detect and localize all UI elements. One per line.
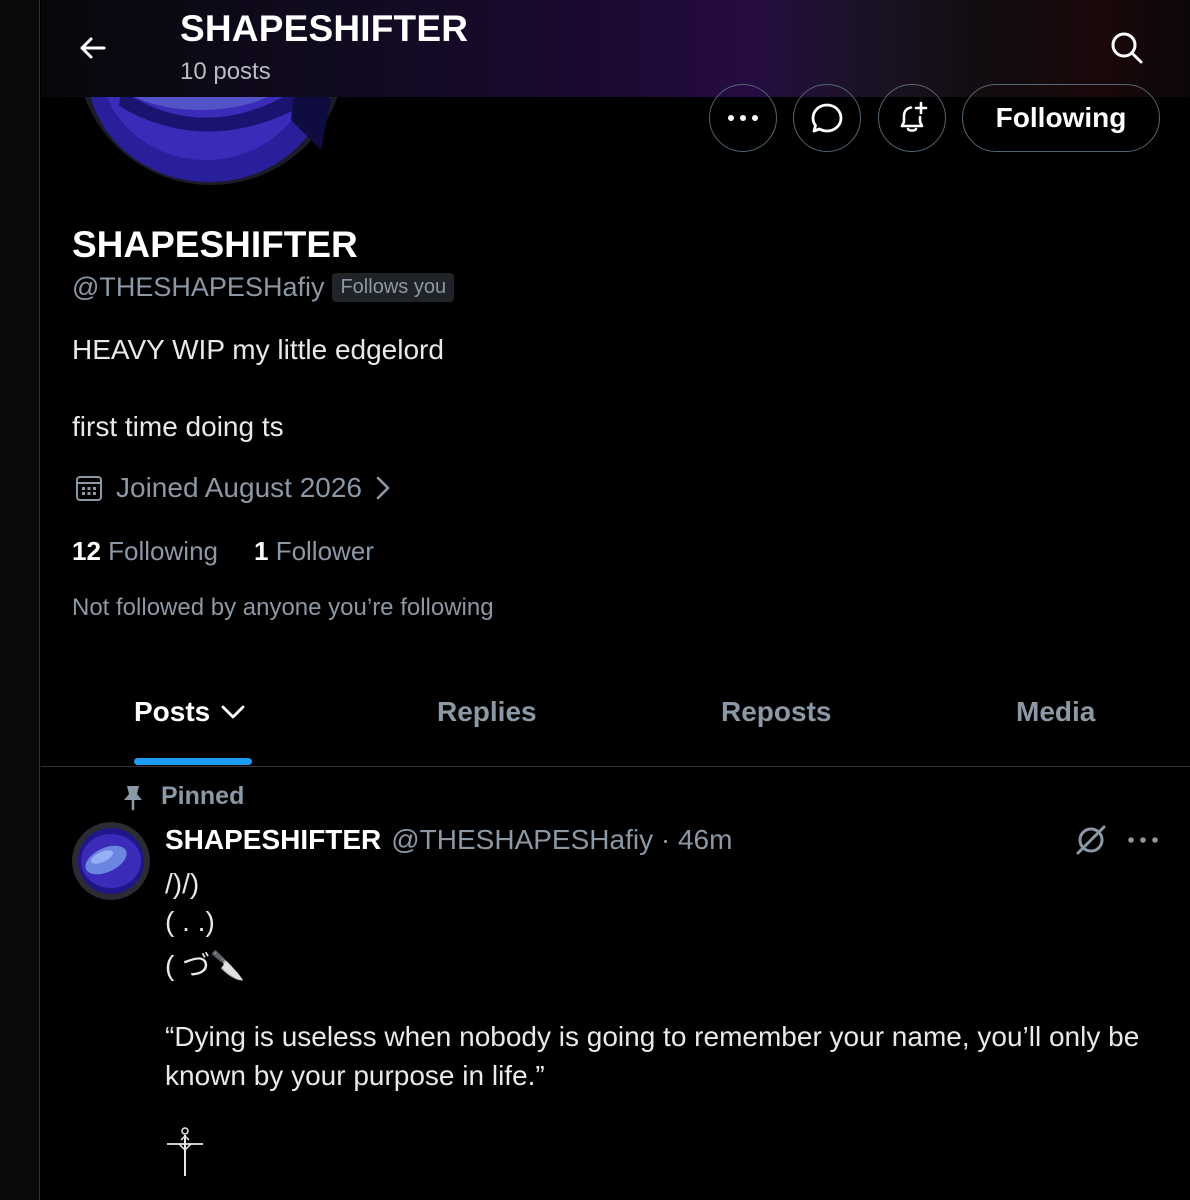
post-author-avatar[interactable]	[72, 822, 150, 900]
profile-name: SHAPESHIFTER	[72, 224, 358, 265]
tab-label: Replies	[437, 696, 537, 727]
follows-you-badge: Follows you	[332, 273, 455, 302]
handle-row: @THESHAPESHafiy Follows you	[72, 272, 455, 303]
tab-posts[interactable]: Posts	[134, 696, 246, 728]
joined-text: Joined August 2026	[116, 472, 362, 503]
back-button[interactable]	[71, 26, 115, 70]
pin-icon	[124, 785, 142, 810]
following-stat[interactable]: 12 Following	[72, 536, 218, 567]
followers-label: Follower	[275, 536, 374, 566]
following-count: 12	[72, 536, 101, 566]
header-title: SHAPESHIFTER	[180, 8, 469, 49]
mutual-followers-note: Not followed by anyone you’re following	[72, 594, 494, 621]
message-icon	[811, 103, 843, 133]
left-rail	[0, 0, 40, 1200]
tab-media[interactable]: Media	[1016, 696, 1095, 728]
tab-reposts[interactable]: Reposts	[721, 696, 831, 728]
post-more-button[interactable]	[1123, 820, 1163, 860]
bell-plus-icon	[900, 101, 928, 132]
following-label: Following	[108, 536, 218, 566]
post-author-meta[interactable]: @THESHAPESHafiy · 46m	[391, 824, 732, 856]
profile-page: SHAPESHIFTER 10 posts Following SHAPESHI…	[41, 0, 1190, 1200]
tab-label: Media	[1016, 696, 1096, 727]
tab-label: Posts	[134, 696, 211, 727]
post-header: SHAPESHIFTER @THESHAPESHafiy · 46m	[165, 824, 732, 856]
more-icon	[1128, 837, 1158, 843]
tab-replies[interactable]: Replies	[437, 696, 537, 728]
grok-button[interactable]	[1071, 820, 1111, 860]
profile-handle: @THESHAPESHafiy	[72, 272, 325, 302]
grok-icon	[1076, 825, 1106, 855]
joined-date[interactable]: Joined August 2026	[74, 472, 392, 504]
chevron-right-icon	[376, 476, 390, 500]
bio-line: first time doing ts	[72, 411, 284, 442]
followers-count: 1	[253, 536, 269, 566]
search-button[interactable]	[1103, 24, 1151, 72]
pinned-indicator: Pinned	[121, 782, 244, 811]
follow-stats: 12 Following 1 Follower	[72, 536, 374, 567]
notify-button[interactable]	[878, 84, 946, 152]
calendar-icon	[76, 476, 102, 501]
post-quote: “Dying is useless when nobody is going t…	[165, 1021, 1140, 1091]
post-author-name[interactable]: SHAPESHIFTER	[165, 824, 381, 856]
post-text-line: ( づ🔪	[165, 950, 245, 981]
post-text-line: ( . .)	[165, 906, 215, 937]
post-count: 10 posts	[180, 58, 271, 85]
tab-label: Reposts	[721, 696, 832, 727]
dagger-cross-icon	[167, 1127, 203, 1176]
chevron-down-icon	[221, 705, 245, 719]
following-button[interactable]: Following	[962, 84, 1160, 152]
active-tab-indicator	[134, 758, 252, 765]
pinned-label: Pinned	[161, 782, 245, 810]
more-icon	[728, 115, 758, 121]
bio-line: HEAVY WIP my little edgelord	[72, 334, 444, 365]
arrow-left-icon	[80, 37, 106, 59]
post-text-line: /)/)	[165, 868, 200, 899]
message-button[interactable]	[793, 84, 861, 152]
more-options-button[interactable]	[709, 84, 777, 152]
profile-tabs: Posts Replies Reposts Media	[41, 680, 1190, 767]
followers-stat[interactable]: 1 Follower	[254, 536, 374, 567]
search-icon	[1111, 32, 1143, 64]
